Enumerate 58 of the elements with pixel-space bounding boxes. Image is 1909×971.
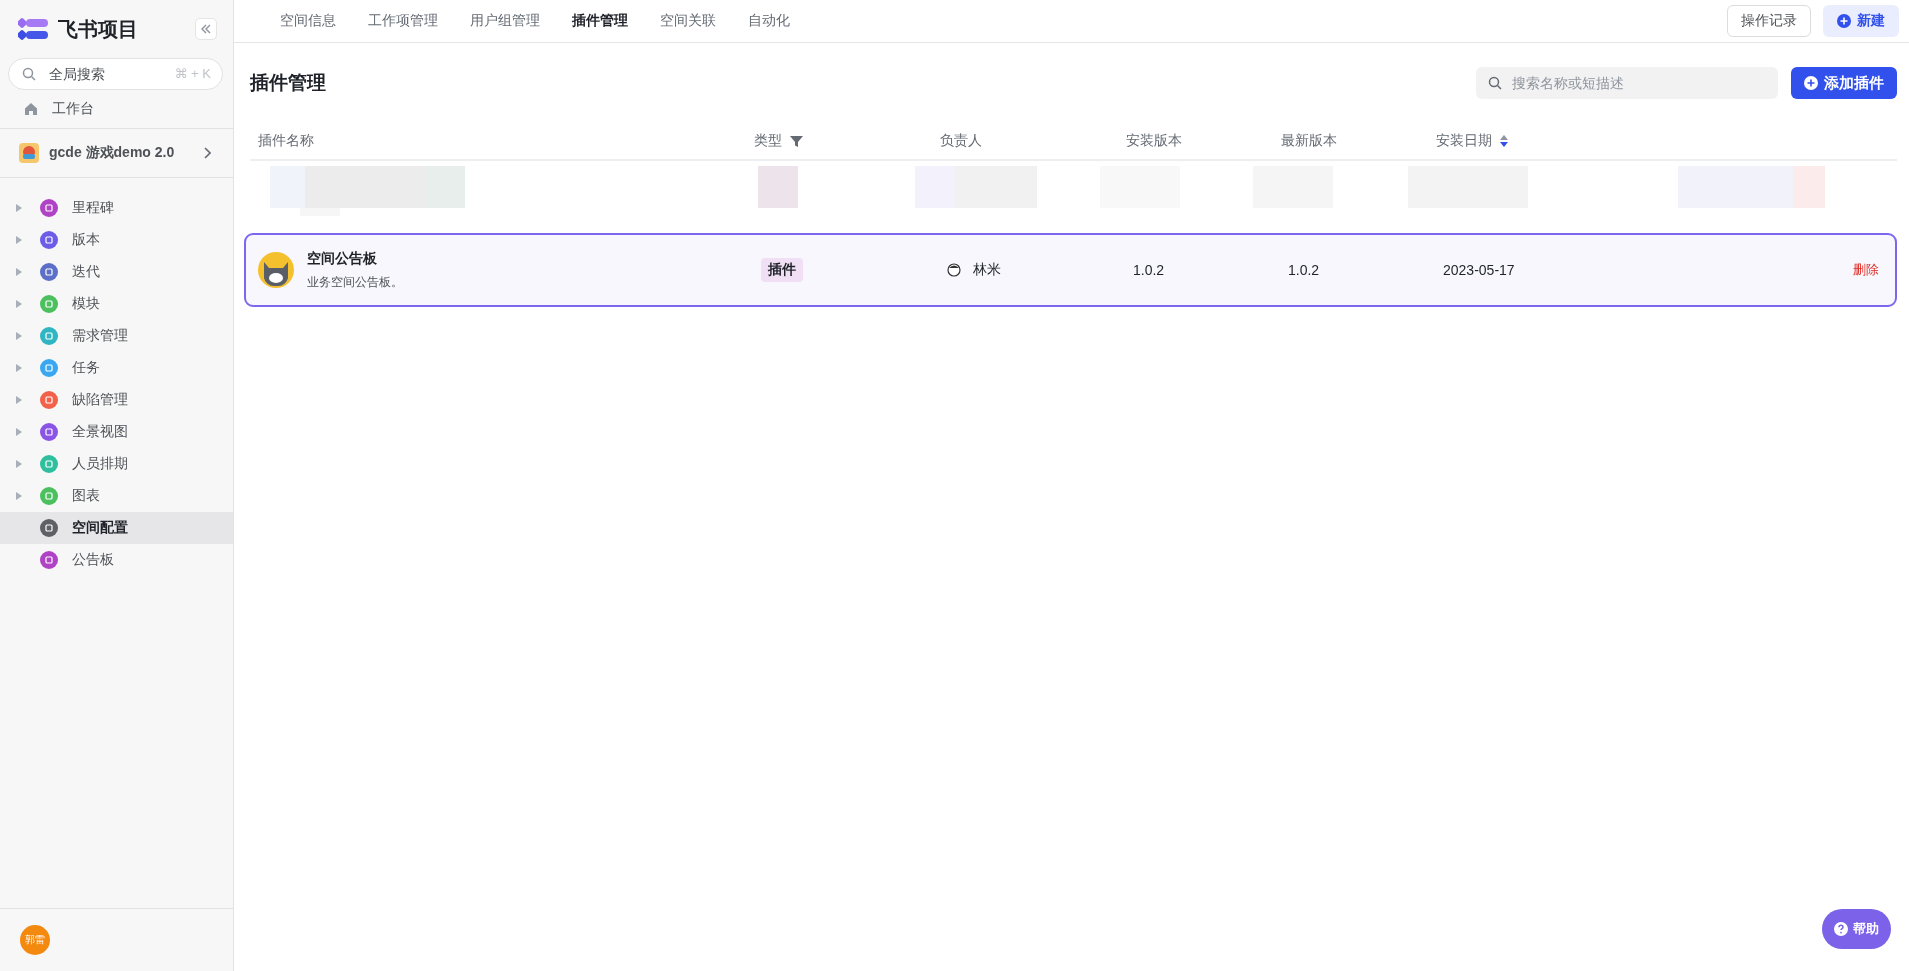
nav-item[interactable]: 版本 xyxy=(0,224,233,256)
latest-version: 1.0.2 xyxy=(1288,262,1320,278)
column-header: 负责人 xyxy=(940,132,982,150)
delete-link[interactable]: 删除 xyxy=(1853,261,1879,279)
nav-item[interactable]: 任务 xyxy=(0,352,233,384)
nav-item[interactable]: 公告板 xyxy=(0,544,233,576)
sort-icon[interactable] xyxy=(1500,135,1508,147)
plus-circle-icon xyxy=(1804,76,1818,90)
space-switcher[interactable]: gcde 游戏demo 2.0 xyxy=(0,129,233,177)
page-title: 插件管理 xyxy=(250,71,327,95)
person-avatar-icon xyxy=(947,263,961,277)
logo-icon xyxy=(18,18,50,40)
nav-item[interactable]: 全景视图 xyxy=(0,416,233,448)
nav-item[interactable]: 人员排期 xyxy=(0,448,233,480)
tab[interactable]: 空间信息 xyxy=(264,0,352,42)
installed-version: 1.0.2 xyxy=(1133,262,1165,278)
nav-item[interactable]: 迭代 xyxy=(0,256,233,288)
space-avatar-icon xyxy=(19,143,39,163)
create-button[interactable]: 新建 xyxy=(1823,5,1899,37)
tab[interactable]: 工作项管理 xyxy=(352,0,454,42)
shortcut-hint: ⌘ + K xyxy=(174,66,211,81)
chevron-right-icon xyxy=(203,147,211,159)
nav-item[interactable]: 里程碑 xyxy=(0,192,233,224)
collapse-button[interactable] xyxy=(195,18,217,40)
type-tag: 插件 xyxy=(761,258,803,282)
nav-item[interactable]: 缺陷管理 xyxy=(0,384,233,416)
nav-item[interactable]: 图表 xyxy=(0,480,233,512)
column-header: 安装版本 xyxy=(1126,132,1182,150)
column-header: 最新版本 xyxy=(1281,132,1337,150)
nav-item[interactable]: 空间配置 xyxy=(0,512,233,544)
column-header: 类型 xyxy=(754,132,782,150)
tab[interactable]: 空间关联 xyxy=(644,0,732,42)
search-icon xyxy=(1488,76,1502,90)
table-row[interactable]: 空间公告板 业务空间公告板。 插件 林米 1.0.2 1.0.2 2023-05-17 删除 xyxy=(244,233,1897,307)
plugin-name: 空间公告板 xyxy=(307,249,378,268)
collapse-icon xyxy=(201,24,211,34)
brand-name: 飞书项目 xyxy=(58,16,139,42)
tab[interactable]: 自动化 xyxy=(732,0,806,42)
add-plugin-button[interactable]: 添加插件 xyxy=(1791,67,1897,99)
owner-name: 林米 xyxy=(973,261,1001,279)
history-button[interactable]: 操作记录 xyxy=(1727,5,1811,37)
tab[interactable]: 插件管理 xyxy=(556,0,644,42)
cat-avatar-icon xyxy=(258,252,294,288)
help-button[interactable]: 帮助 xyxy=(1822,909,1891,949)
workbench-item[interactable]: 工作台 xyxy=(0,90,233,128)
install-date: 2023-05-17 xyxy=(1443,262,1515,278)
help-icon xyxy=(1834,922,1848,936)
plus-circle-icon xyxy=(1837,14,1851,28)
plugin-search-field[interactable]: 搜索名称或短描述 xyxy=(1476,67,1778,99)
column-header: 安装日期 xyxy=(1436,132,1492,150)
nav-item[interactable]: 模块 xyxy=(0,288,233,320)
search-icon xyxy=(22,67,36,81)
column-header: 插件名称 xyxy=(258,132,314,150)
tab[interactable]: 用户组管理 xyxy=(454,0,556,42)
nav-item[interactable]: 需求管理 xyxy=(0,320,233,352)
home-icon xyxy=(24,102,38,116)
plugin-description: 业务空间公告板。 xyxy=(307,273,403,291)
filter-icon[interactable] xyxy=(790,134,803,148)
